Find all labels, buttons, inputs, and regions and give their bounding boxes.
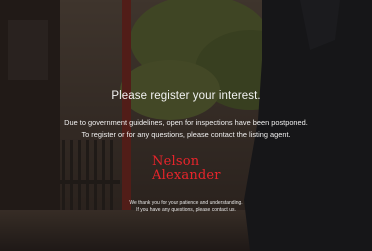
notice-line-1: Due to government guidelines, open for i… bbox=[64, 118, 308, 127]
logo-line-2: Alexander bbox=[152, 168, 221, 183]
notice-content: Please register your interest. Due to go… bbox=[0, 0, 372, 251]
thanks-line-2: If you have any questions, please contac… bbox=[136, 207, 236, 213]
logo-line-1: Nelson bbox=[152, 154, 200, 169]
thanks-line-1: We thank you for your patience and under… bbox=[129, 200, 243, 206]
splash-screen: Please register your interest. Due to go… bbox=[0, 0, 372, 251]
brand-logo: Nelson Alexander bbox=[152, 155, 221, 183]
notice-line-2: To register or for any questions, please… bbox=[81, 130, 291, 139]
notice-headline: Please register your interest. bbox=[111, 90, 261, 102]
